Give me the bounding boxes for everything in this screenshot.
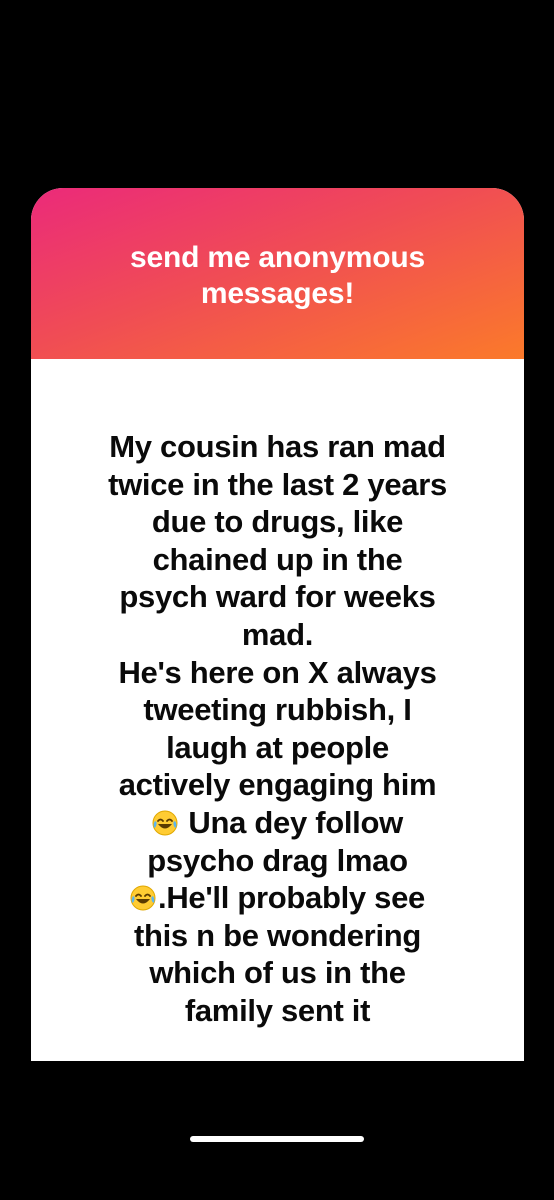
card-header: send me anonymous messages! <box>31 188 524 359</box>
message-line: which of us in the <box>149 955 406 991</box>
message-line: twice in the last 2 years <box>108 466 447 502</box>
message-line-with-emoji: Una dey follow <box>53 804 502 842</box>
message-line: laugh at people <box>166 729 389 765</box>
message-text: My cousin has ran mad twice in the last … <box>53 428 502 1030</box>
message-line: He's here on X always <box>118 654 437 690</box>
message-line: mad. <box>241 616 314 652</box>
message-line: psych ward for weeks <box>119 579 436 615</box>
laughing-tears-emoji-icon <box>130 885 156 911</box>
message-line: due to drugs, like <box>151 504 404 540</box>
message-line: psycho drag lmao <box>147 842 408 878</box>
message-line: this n be wondering <box>133 917 422 953</box>
message-line: tweeting rubbish, I <box>143 692 412 728</box>
message-line: My cousin has ran mad <box>109 429 446 464</box>
message-line: chained up in the <box>152 541 403 577</box>
message-line-with-emoji: .He'll probably see <box>53 879 502 917</box>
message-line: actively engaging him <box>118 767 437 803</box>
message-line: family sent it <box>184 992 371 1028</box>
card-header-title: send me anonymous messages! <box>129 241 425 310</box>
laughing-tears-emoji-icon <box>152 810 178 836</box>
home-indicator[interactable] <box>190 1136 364 1142</box>
message-line-text: Una dey follow <box>188 804 403 840</box>
anonymous-message-card: send me anonymous messages! My cousin ha… <box>31 188 524 1061</box>
message-line-text: .He'll probably see <box>158 880 425 916</box>
